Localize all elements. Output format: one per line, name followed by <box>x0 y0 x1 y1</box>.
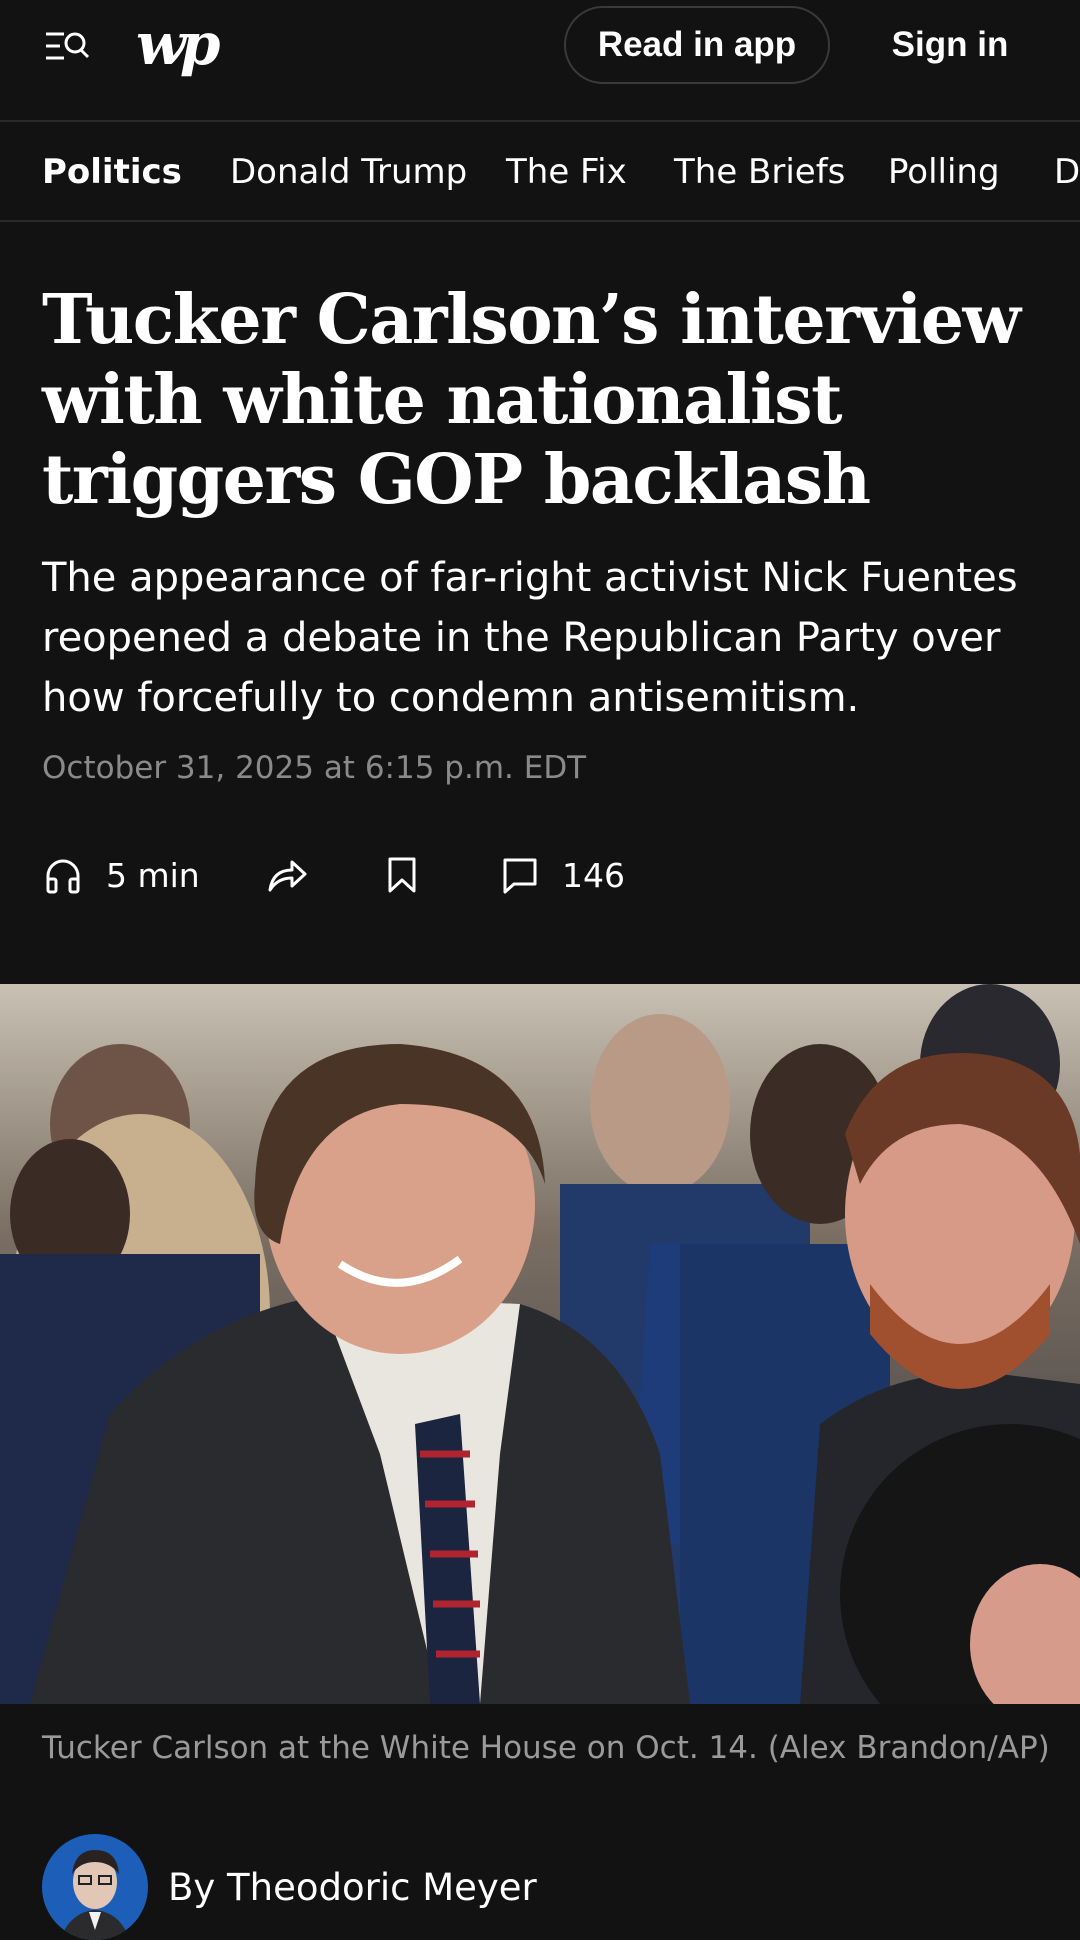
article-headline: Tucker Carlson’s interview with white na… <box>42 280 1021 520</box>
bookmark-icon <box>388 857 416 893</box>
article-subheadline: The appearance of far-right activist Nic… <box>42 555 1018 721</box>
share-icon <box>268 860 307 892</box>
author-name[interactable]: By Theodoric Meyer <box>168 1858 537 1918</box>
author-portrait <box>60 1850 130 1940</box>
menu-search-icon[interactable] <box>44 26 90 66</box>
listen-button[interactable]: 5 min <box>44 856 200 895</box>
washington-post-logo[interactable]: wp <box>136 8 220 80</box>
headphones-icon <box>46 859 80 893</box>
tab-politics[interactable]: Politics <box>42 124 182 220</box>
share-button[interactable] <box>266 856 308 894</box>
section-nav: Politics Donald Trump The Fix The Briefs… <box>0 124 1080 222</box>
tab-democracy[interactable]: Democracy <box>1054 124 1080 220</box>
publish-timestamp: October 31, 2025 at 6:15 p.m. EDT <box>42 750 587 786</box>
lead-photo[interactable] <box>0 984 1080 1704</box>
comment-count: 146 <box>562 856 625 895</box>
tab-the-briefs[interactable]: The Briefs <box>674 124 845 220</box>
photo-caption: Tucker Carlson at the White House on Oct… <box>42 1730 1050 1766</box>
comment-icon <box>503 858 537 893</box>
listen-duration: 5 min <box>106 856 200 895</box>
article-actions: 5 min 146 <box>0 850 1080 910</box>
tab-polling[interactable]: Polling <box>888 124 1000 220</box>
tab-donald-trump[interactable]: Donald Trump <box>230 124 467 220</box>
author-avatar[interactable] <box>42 1834 148 1940</box>
tab-the-fix[interactable]: The Fix <box>506 124 627 220</box>
top-bar: wp Read in app Sign in <box>0 0 1080 122</box>
lead-photo-image <box>0 984 1080 1704</box>
comments-button[interactable]: 146 <box>502 856 625 895</box>
byline: By Theodoric Meyer <box>42 1834 1042 1940</box>
read-in-app-button[interactable]: Read in app <box>564 6 830 84</box>
sign-in-button[interactable]: Sign in <box>870 6 1030 84</box>
bookmark-button[interactable] <box>386 856 418 894</box>
